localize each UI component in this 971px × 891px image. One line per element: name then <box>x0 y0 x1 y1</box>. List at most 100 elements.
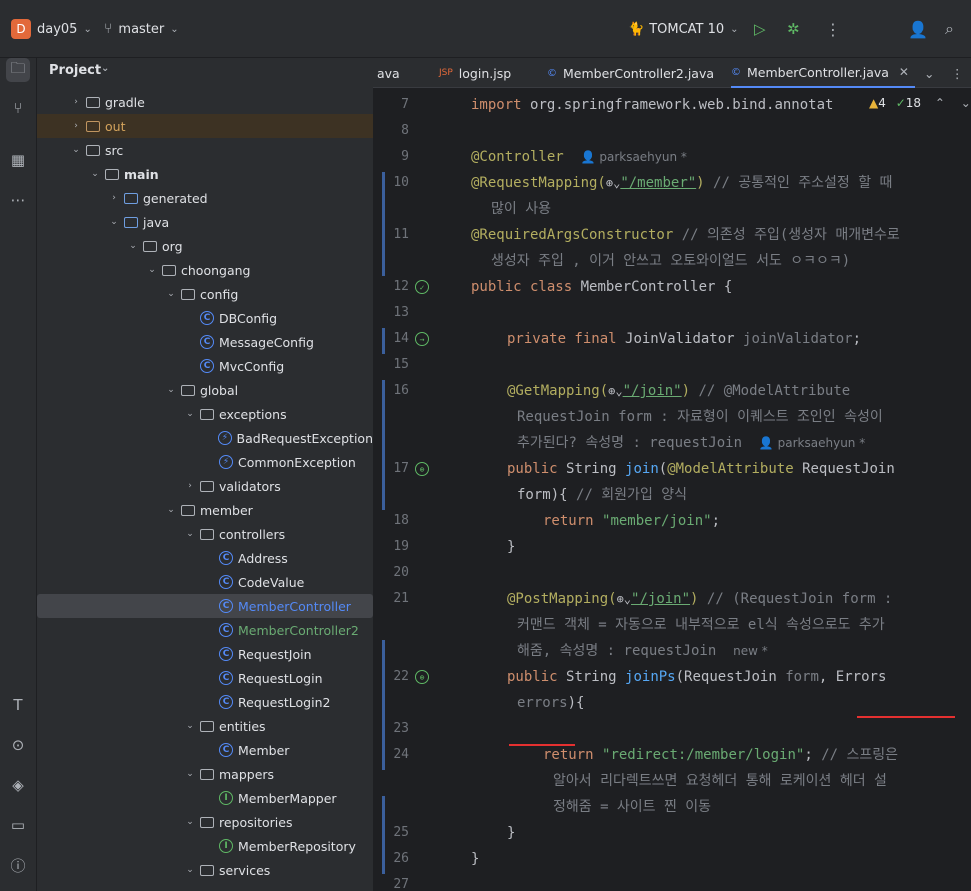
folder-shape <box>162 264 176 276</box>
chevron-down-icon[interactable]: ⌄ <box>164 505 178 515</box>
tree-item-label: exceptions <box>219 406 287 422</box>
string-literal: "/join" <box>622 383 682 399</box>
chevron-right-icon[interactable]: › <box>107 193 121 203</box>
tabs-menu-icon[interactable]: ⌄ <box>924 58 934 88</box>
tree-item[interactable]: › out <box>37 114 373 138</box>
bean-icon[interactable]: ✓ <box>415 280 429 294</box>
tree-item[interactable]: ⌄ repositories <box>37 810 373 834</box>
tool-window-stripe: 🗀 ⑂ ▦ ⋯ T ⊙ ◈ ▭ ⓘ <box>0 58 37 891</box>
type-name: String <box>566 461 617 477</box>
chevron-up-icon[interactable]: ⌃ <box>935 96 945 110</box>
tree-item[interactable]: › gradle <box>37 90 373 114</box>
web-endpoint-icon[interactable]: ⊕ <box>415 462 429 476</box>
tree-item[interactable]: ⌄ member <box>37 498 373 522</box>
package-icon <box>199 408 215 421</box>
tree-item[interactable]: C MvcConfig <box>37 354 373 378</box>
param-name: form){ <box>517 487 568 503</box>
tree-item[interactable]: C MemberController <box>37 594 373 618</box>
more-tools-icon[interactable]: ⋯ <box>6 188 30 212</box>
web-endpoint-icon[interactable]: ⊕ <box>415 670 429 684</box>
chevron-down-icon[interactable]: ⌄ <box>183 409 197 419</box>
debug-icon[interactable]: ✲ <box>787 18 800 40</box>
chevron-right-icon[interactable]: › <box>69 97 83 107</box>
tree-item-label: validators <box>219 478 281 494</box>
run-config-selector[interactable]: 🐈 TOMCAT 10 ⌄ <box>628 18 739 40</box>
tree-item[interactable]: ⌄ entities <box>37 714 373 738</box>
add-user-icon[interactable]: 👤 <box>908 18 928 40</box>
tree-item[interactable]: C MessageConfig <box>37 330 373 354</box>
class-icon: C <box>199 359 215 373</box>
chevron-right-icon[interactable]: › <box>69 121 83 131</box>
tree-item[interactable]: ⚡ CommonException <box>37 450 373 474</box>
chevron-down-icon[interactable]: ⌄ <box>69 145 83 155</box>
package-icon <box>180 504 196 517</box>
folder-icon[interactable]: 🗀 <box>6 58 30 82</box>
more-icon[interactable]: ⋮ <box>951 58 964 88</box>
tree-item[interactable]: ⚡ BadRequestException <box>37 426 373 450</box>
tab-partial[interactable]: ava <box>377 58 400 88</box>
chevron-down-icon[interactable]: ⌄ <box>164 289 178 299</box>
line-number: 22 <box>393 669 409 684</box>
terminal-icon[interactable]: ▭ <box>6 813 30 837</box>
tree-item[interactable]: I MemberMapper <box>37 786 373 810</box>
run-icon[interactable]: ▷ <box>754 18 766 40</box>
tree-item[interactable]: C RequestLogin2 <box>37 690 373 714</box>
tree-item[interactable]: ⌄ exceptions <box>37 402 373 426</box>
chevron-down-icon[interactable]: ⌄ <box>183 769 197 779</box>
tree-item[interactable]: C MemberController2 <box>37 618 373 642</box>
tree-item[interactable]: ⌄ src <box>37 138 373 162</box>
search-icon[interactable]: ⌕ <box>945 18 954 40</box>
close-icon[interactable]: ✕ <box>899 65 909 79</box>
code-area[interactable]: 7 8 9 10 11 12 13 14 15 16 17 18 19 20 2… <box>373 88 971 891</box>
chevron-down-icon[interactable]: ⌄ <box>126 241 140 251</box>
tab-membercontroller2[interactable]: © MemberController2.java <box>547 58 714 88</box>
class-badge: C <box>219 575 233 589</box>
tree-item[interactable]: › validators <box>37 474 373 498</box>
inspection-widget[interactable]: ▲4 ✓18 ⌃ ⌄ <box>869 96 971 110</box>
tree-item[interactable]: C Member <box>37 738 373 762</box>
tree-item[interactable]: C Address <box>37 546 373 570</box>
project-panel-header[interactable]: Project ⌄ <box>37 58 373 84</box>
tree-item[interactable]: C RequestLogin <box>37 666 373 690</box>
chevron-down-icon[interactable]: ⌄ <box>183 865 197 875</box>
chevron-down-icon[interactable]: ⌄ <box>107 217 121 227</box>
tree-item[interactable]: ⌄ org <box>37 234 373 258</box>
problems-icon[interactable]: ⓘ <box>6 853 30 877</box>
tree-item[interactable]: C RequestJoin <box>37 642 373 666</box>
tab-membercontroller[interactable]: © MemberController.java ✕ <box>731 58 915 88</box>
more-actions-icon[interactable]: ⋮ <box>825 18 841 40</box>
project-switcher[interactable]: D day05 ⌄ <box>11 18 92 40</box>
chevron-down-icon[interactable]: ⌄ <box>88 169 102 179</box>
chevron-down-icon[interactable]: ⌄ <box>183 721 197 731</box>
class-badge: C <box>219 743 233 757</box>
chevron-right-icon[interactable]: › <box>183 481 197 491</box>
string-literal: "/join" <box>631 591 691 607</box>
branch-switcher[interactable]: ⑂ master ⌄ <box>104 18 179 40</box>
tab-login-jsp[interactable]: JSP login.jsp <box>439 58 511 88</box>
tree-item[interactable]: ⌄ global <box>37 378 373 402</box>
tree-item[interactable]: ⌄ config <box>37 282 373 306</box>
chevron-down-icon[interactable]: ⌄ <box>145 265 159 275</box>
tree-item[interactable]: ⌄ choongang <box>37 258 373 282</box>
structure-icon[interactable]: ▦ <box>6 148 30 172</box>
commit-icon[interactable]: ⑂ <box>6 96 30 120</box>
tree-item[interactable]: ⌄ controllers <box>37 522 373 546</box>
tree-item[interactable]: C CodeValue <box>37 570 373 594</box>
chevron-down-icon[interactable]: ⌄ <box>183 529 197 539</box>
tree-item[interactable]: C DBConfig <box>37 306 373 330</box>
layers-icon[interactable]: ◈ <box>6 773 30 797</box>
services-icon[interactable]: ⊙ <box>6 733 30 757</box>
build-icon[interactable]: T <box>6 693 30 717</box>
chevron-down-icon[interactable]: ⌄ <box>183 817 197 827</box>
chevron-down-icon[interactable]: ⌄ <box>961 96 971 110</box>
line-number: 27 <box>393 877 409 891</box>
tree-item[interactable]: ⌄ java <box>37 210 373 234</box>
tree-item[interactable]: ⌄ mappers <box>37 762 373 786</box>
tree-item[interactable]: ⌄ services <box>37 858 373 882</box>
tree-item[interactable]: I MemberRepository <box>37 834 373 858</box>
chevron-down-icon[interactable]: ⌄ <box>164 385 178 395</box>
tree-item[interactable]: ⌄ main <box>37 162 373 186</box>
tree-item[interactable]: › generated <box>37 186 373 210</box>
bean-injection-icon[interactable]: → <box>415 332 429 346</box>
code-line-11: @RequiredArgsConstructor // 의존성 주입(생성자 매… <box>471 222 900 248</box>
